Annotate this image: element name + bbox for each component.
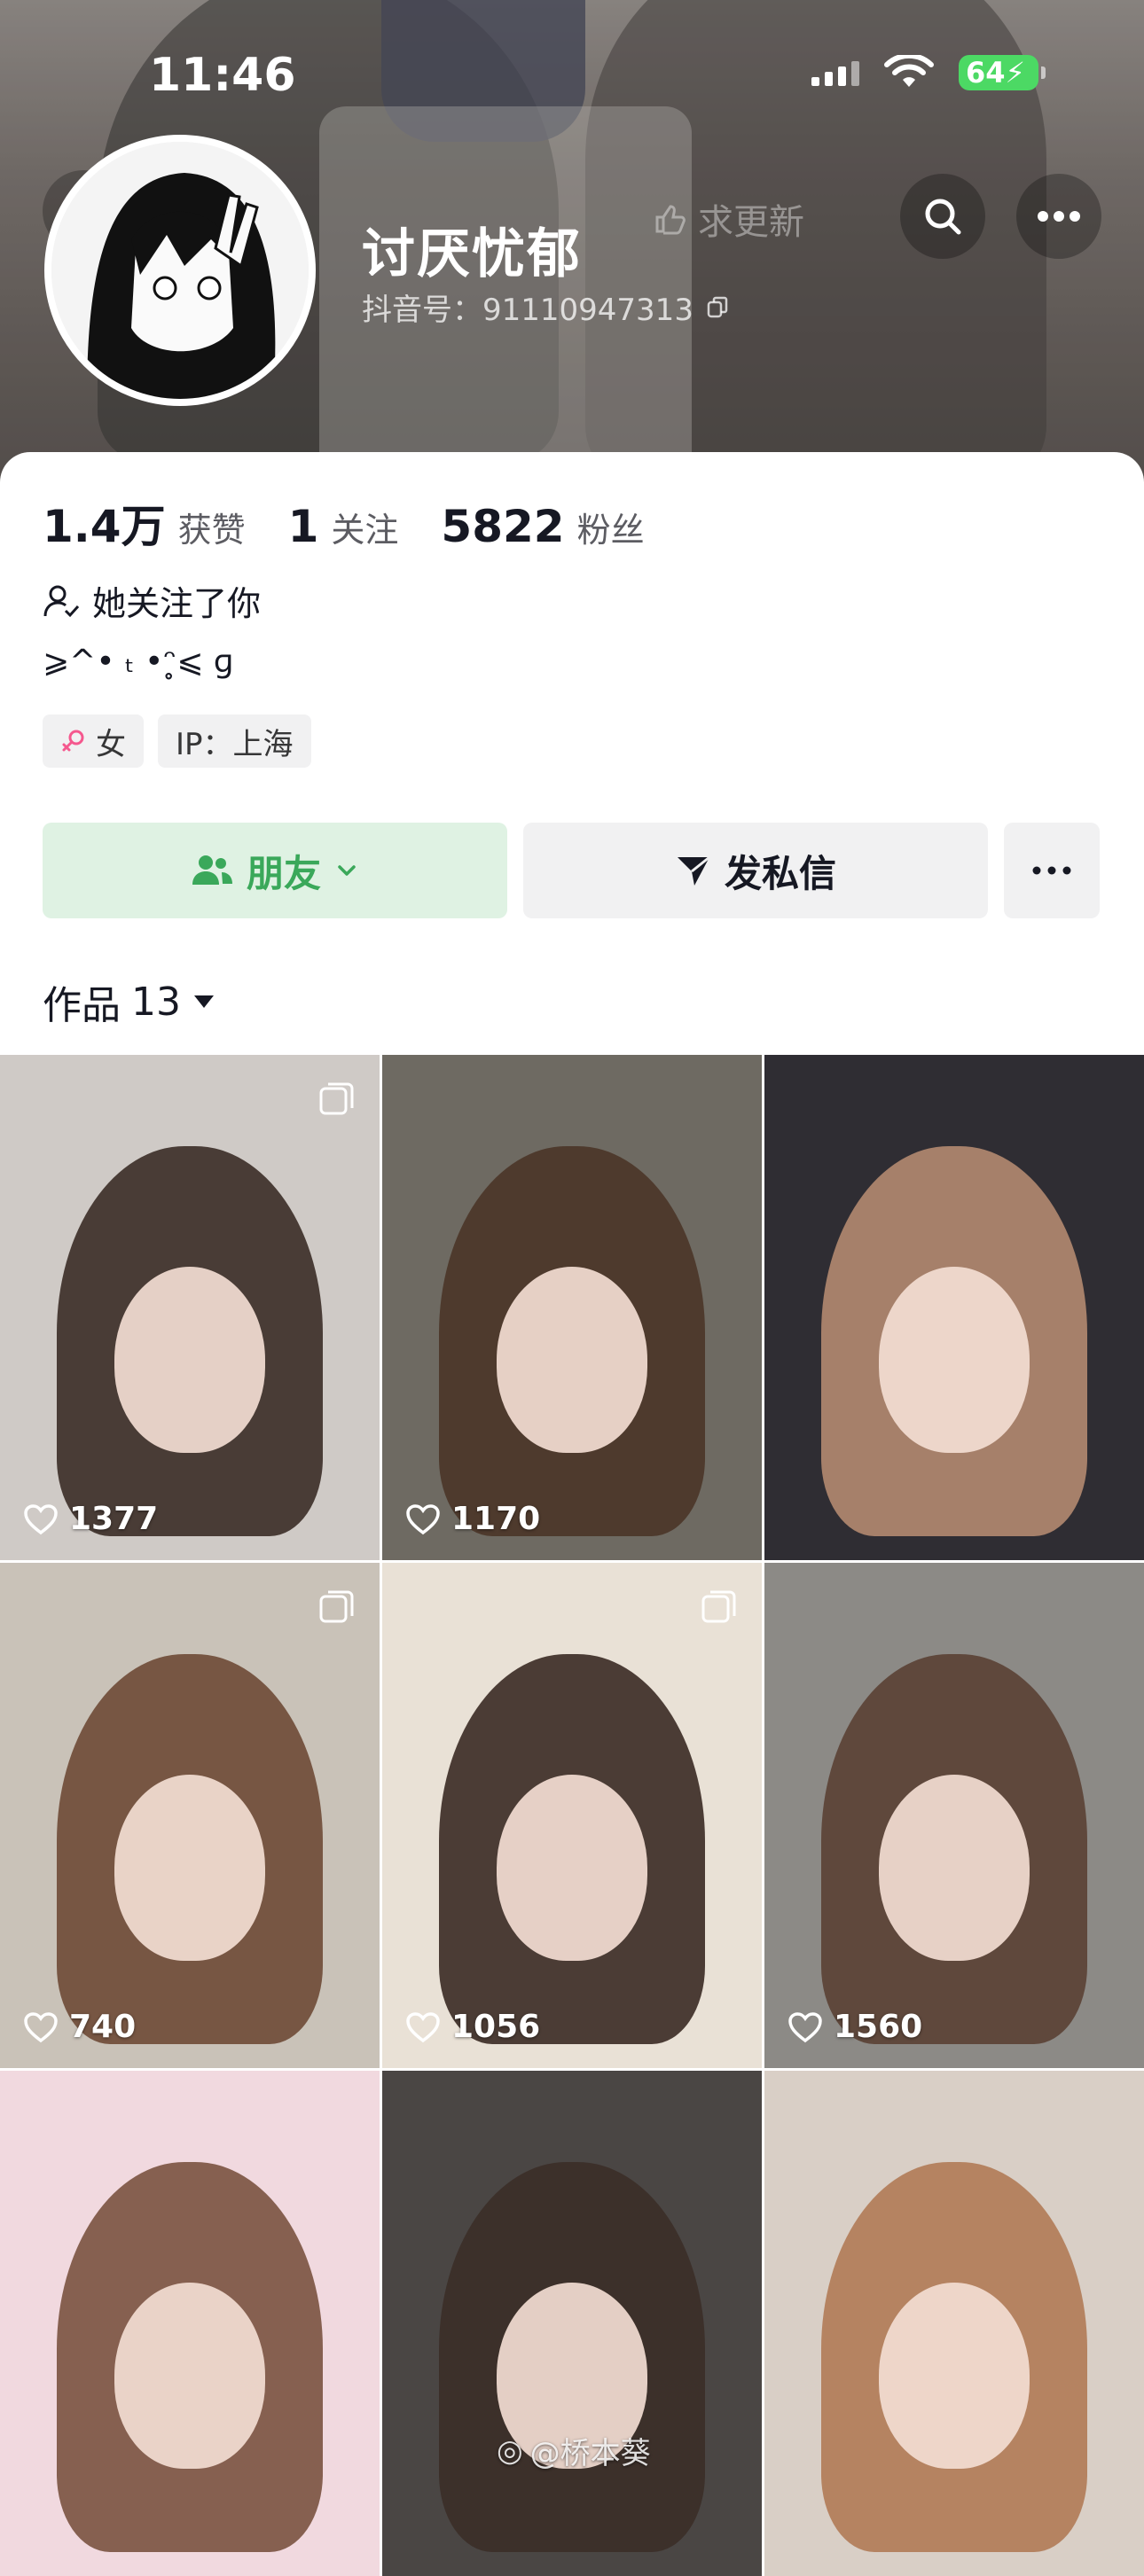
video-likes: 740 [23,2009,136,2045]
friends-icon [192,855,232,885]
wifi-icon [884,55,934,87]
works-tab-count: 13 [131,979,181,1025]
video-cover-image [382,1055,762,1560]
video-cover-image [382,1563,762,2068]
ip-location-text: IP：上海 [176,726,294,762]
battery-icon: 64 ⚡ [959,55,1046,90]
thumbs-up-icon [655,205,686,235]
send-icon [677,855,710,886]
multi-image-icon [319,1590,354,1623]
video-thumbnail[interactable]: 1170 [382,1055,762,1560]
ip-location-tag: IP：上海 [158,714,311,768]
douyin-id: 抖音号：91110947313 [362,285,731,329]
request-update-button[interactable]: 求更新 [652,193,804,245]
profile-actions: 朋友 发私信 [43,823,1100,918]
video-likes-count: 1560 [834,2009,923,2045]
stat-following-count: 1 [287,501,319,552]
profile-stats: 1.4万 获赞 1 关注 5822 粉丝 [43,491,687,555]
works-tab-label: 作品 [43,983,121,1028]
heart-icon [24,1503,58,1534]
stat-followers[interactable]: 5822 粉丝 [441,501,644,552]
follows-you-indicator: 她关注了你 [43,576,261,625]
stat-likes-label: 获赞 [177,511,246,550]
status-time: 11:46 [149,49,296,102]
profile-more-button[interactable] [1004,823,1100,918]
video-thumbnail[interactable]: 740 [0,1563,380,2068]
heart-icon [24,2011,58,2042]
video-thumbnail[interactable] [382,2071,762,2576]
video-thumbnail[interactable] [0,2071,380,2576]
status-icons: 64 ⚡ [811,55,1046,90]
stat-following[interactable]: 1 关注 [288,501,399,552]
heart-icon [406,1503,440,1534]
gender-text: 女 [96,726,126,762]
more-dots-icon [1038,211,1080,222]
send-message-button[interactable]: 发私信 [523,823,988,918]
video-cover-image [0,1563,380,2068]
request-update-label: 求更新 [698,202,804,243]
watermark-text: @桥本葵 [529,2436,651,2471]
video-likes: 1170 [405,1501,540,1537]
search-button[interactable] [900,174,985,259]
stat-likes-count: 1.4万 [43,501,166,552]
video-cover-image [0,2071,380,2576]
more-dots-icon [1032,866,1071,875]
video-grid: 1377 1170 740 1056 1560 [0,1055,1144,2576]
chevron-down-icon [338,865,356,876]
profile-nickname: 讨厌忧郁 [362,223,582,285]
more-options-button[interactable] [1016,174,1101,259]
profile-signature: ⩾^• ₜ •ᵔ̥⩽ ɡ [43,644,234,680]
video-likes: 1377 [23,1501,158,1537]
video-cover-image [764,1055,1144,1560]
send-message-label: 发私信 [724,851,836,895]
video-thumbnail[interactable] [764,2071,1144,2576]
heart-icon [788,2011,822,2042]
stat-following-label: 关注 [331,511,399,550]
tab-works[interactable]: 作品 13 [43,973,216,1030]
video-likes-count: 740 [69,2009,137,2045]
avatar-illustration [51,142,309,399]
heart-icon [406,2011,440,2042]
multi-image-icon [701,1590,736,1623]
video-cover-image [764,2071,1144,2576]
female-icon [62,730,84,752]
video-likes-count: 1377 [69,1501,159,1537]
video-thumbnail[interactable]: 1377 [0,1055,380,1560]
multi-image-icon [319,1082,354,1115]
weibo-watermark-icon: ◎ [497,2432,523,2469]
video-likes-count: 1170 [451,1501,541,1537]
caret-down-icon [194,995,214,1008]
video-thumbnail[interactable]: 1056 [382,1563,762,2068]
stat-followers-count: 5822 [441,501,565,552]
follows-you-text: 她关注了你 [92,584,262,623]
copy-icon[interactable] [706,295,731,320]
stat-likes[interactable]: 1.4万 获赞 [43,491,246,555]
video-cover-image [382,2071,762,2576]
video-thumbnail[interactable]: 1560 [764,1563,1144,2068]
stat-followers-label: 粉丝 [576,511,645,550]
video-thumbnail[interactable] [764,1055,1144,1560]
video-cover-image [0,1055,380,1560]
video-cover-image [764,1563,1144,2068]
battery-level: 64 [966,56,1006,90]
signal-icon [811,59,859,86]
avatar[interactable] [44,135,316,406]
video-likes: 1560 [787,2009,922,2045]
video-likes: 1056 [405,2009,540,2045]
friend-button[interactable]: 朋友 [43,823,507,918]
gender-tag: 女 [43,714,144,768]
watermark: ◎ @桥本葵 [497,2429,651,2472]
friend-label: 朋友 [246,851,321,895]
video-likes-count: 1056 [451,2009,541,2045]
search-icon [925,199,961,235]
douyin-id-text: 抖音号：91110947313 [362,293,693,328]
user-follow-icon [43,585,80,617]
profile-tags: 女 IP：上海 [43,714,311,768]
